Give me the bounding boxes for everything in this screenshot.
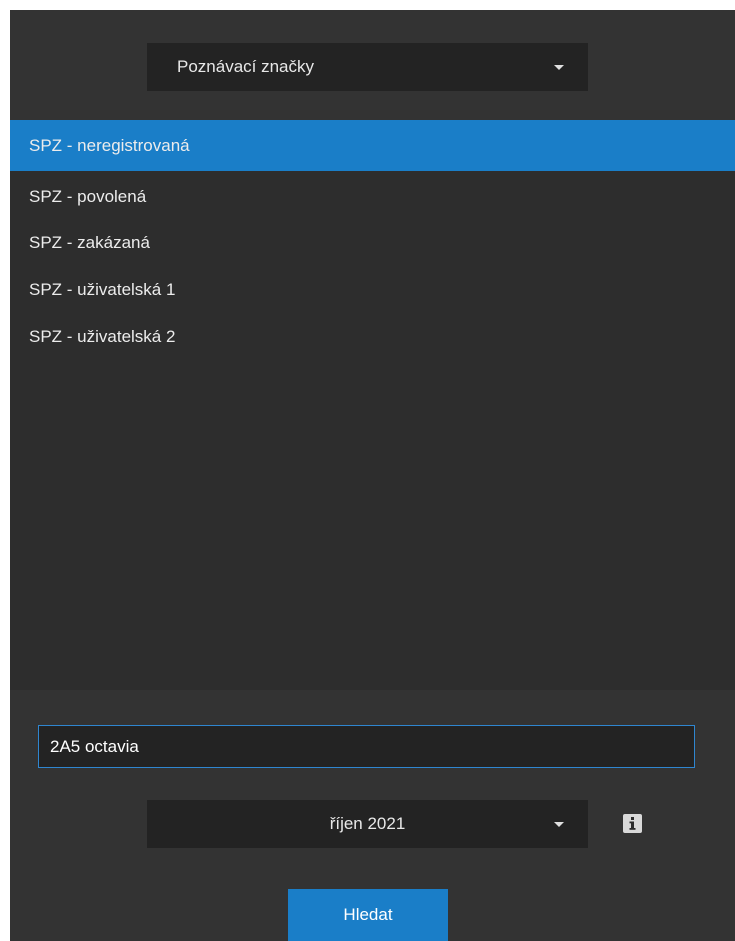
month-dropdown-value: říjen 2021: [329, 814, 406, 833]
list-item-label: SPZ - uživatelská 1: [29, 280, 176, 299]
category-dropdown-value: Poznávací značky: [177, 57, 315, 76]
list-item[interactable]: SPZ - zakázaná: [10, 219, 735, 266]
search-button[interactable]: Hledat: [288, 889, 448, 941]
plate-category-list[interactable]: SPZ - neregistrovaná SPZ - povolená SPZ …: [10, 120, 735, 690]
list-item-label: SPZ - zakázaná: [29, 233, 150, 252]
bottom-controls: říjen 2021 Hledat: [10, 690, 735, 941]
search-panel: Poznávací značky SPZ - neregistrovaná SP…: [10, 10, 735, 941]
header-area: Poznávací značky: [10, 10, 735, 120]
category-dropdown[interactable]: Poznávací značky: [147, 43, 588, 91]
list-item[interactable]: SPZ - povolená: [10, 173, 735, 220]
month-dropdown[interactable]: říjen 2021: [147, 800, 588, 848]
chevron-down-icon: [554, 65, 564, 70]
list-item[interactable]: SPZ - neregistrovaná: [10, 120, 735, 171]
list-item[interactable]: SPZ - uživatelská 2: [10, 313, 735, 360]
window-frame-left: [0, 0, 10, 941]
window-frame-top: [0, 0, 735, 10]
list-item-label: SPZ - uživatelská 2: [29, 327, 176, 346]
search-input[interactable]: [38, 725, 695, 768]
list-item-label: SPZ - neregistrovaná: [29, 136, 190, 155]
info-icon[interactable]: [623, 814, 642, 833]
list-item-label: SPZ - povolená: [29, 187, 147, 206]
chevron-down-icon: [554, 822, 564, 827]
list-item[interactable]: SPZ - uživatelská 1: [10, 266, 735, 313]
